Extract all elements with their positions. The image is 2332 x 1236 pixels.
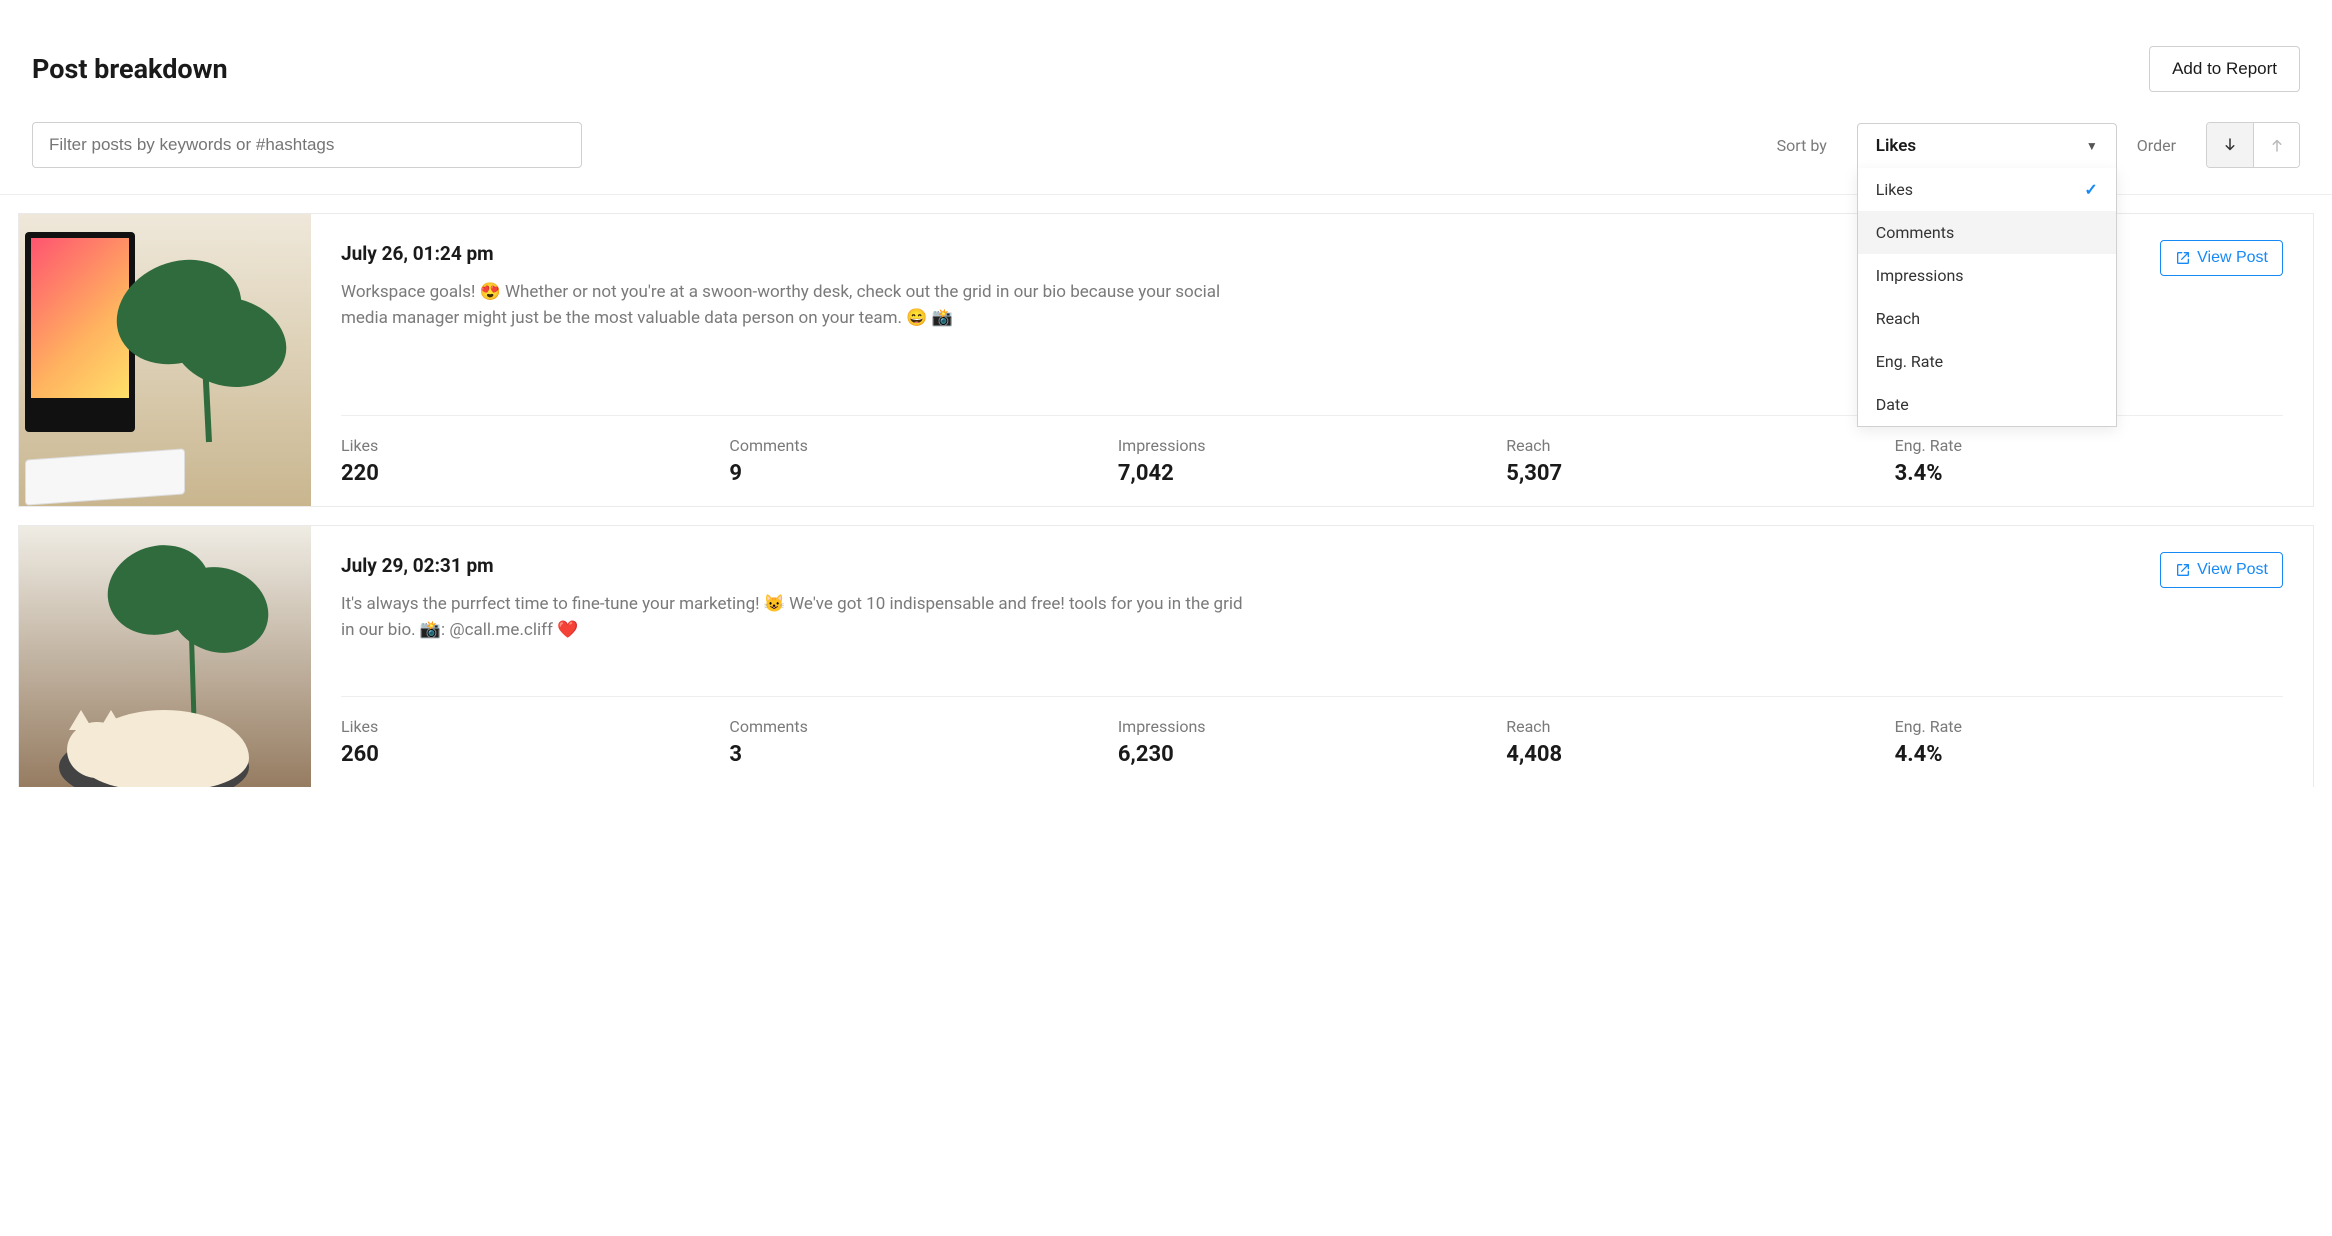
sort-option-label: Comments	[1876, 223, 1954, 242]
metric-likes: Likes 220	[341, 436, 729, 486]
page-title: Post breakdown	[32, 53, 228, 85]
metric-likes: Likes 260	[341, 717, 729, 767]
post-thumbnail[interactable]	[19, 526, 311, 787]
view-post-label: View Post	[2197, 561, 2268, 579]
sort-option-comments[interactable]: Comments	[1858, 211, 2116, 254]
metric-value: 4.4%	[1895, 742, 2283, 767]
arrow-up-icon	[2268, 136, 2286, 154]
post-caption: Workspace goals! 😍 Whether or not you're…	[341, 279, 1251, 332]
post-thumbnail[interactable]	[19, 214, 311, 506]
sort-selected-value: Likes	[1876, 136, 1916, 156]
metric-impressions: Impressions 6,230	[1118, 717, 1506, 767]
caret-down-icon: ▼	[2086, 139, 2098, 153]
add-to-report-button[interactable]: Add to Report	[2149, 46, 2300, 92]
post-caption: It's always the purrfect time to fine-tu…	[341, 591, 1251, 644]
metric-label: Eng. Rate	[1895, 717, 2283, 736]
metric-value: 5,307	[1506, 461, 1894, 486]
order-desc-button[interactable]	[2207, 123, 2253, 167]
sort-dropdown: Likes ✓ Comments Impressions Reach Eng. …	[1857, 168, 2117, 427]
metric-impressions: Impressions 7,042	[1118, 436, 1506, 486]
arrow-down-icon	[2221, 136, 2239, 154]
metric-label: Comments	[729, 436, 1117, 455]
sort-select[interactable]: Likes ▼	[1857, 123, 2117, 168]
sort-option-eng-rate[interactable]: Eng. Rate	[1858, 340, 2116, 383]
sort-option-label: Reach	[1876, 309, 1920, 328]
metric-value: 3.4%	[1895, 461, 2283, 486]
sort-option-label: Eng. Rate	[1876, 352, 1943, 371]
post-date: July 29, 02:31 pm	[341, 554, 2283, 577]
metric-label: Likes	[341, 436, 729, 455]
sort-option-label: Likes	[1876, 180, 1913, 199]
metric-label: Impressions	[1118, 436, 1506, 455]
filter-input[interactable]	[32, 122, 582, 168]
metric-comments: Comments 3	[729, 717, 1117, 767]
view-post-button[interactable]: View Post	[2160, 552, 2283, 588]
view-post-label: View Post	[2197, 249, 2268, 267]
metric-label: Comments	[729, 717, 1117, 736]
metric-value: 220	[341, 461, 729, 486]
metric-reach: Reach 4,408	[1506, 717, 1894, 767]
metric-label: Reach	[1506, 436, 1894, 455]
metric-value: 7,042	[1118, 461, 1506, 486]
metric-label: Eng. Rate	[1895, 436, 2283, 455]
order-asc-button[interactable]	[2253, 123, 2299, 167]
sort-option-date[interactable]: Date	[1858, 383, 2116, 426]
external-link-icon	[2175, 250, 2191, 266]
external-link-icon	[2175, 562, 2191, 578]
check-icon: ✓	[2084, 180, 2097, 199]
post-card: July 29, 02:31 pm It's always the purrfe…	[18, 525, 2314, 787]
metric-eng-rate: Eng. Rate 4.4%	[1895, 717, 2283, 767]
sort-option-likes[interactable]: Likes ✓	[1858, 168, 2116, 211]
sort-option-label: Impressions	[1876, 266, 1964, 285]
metric-label: Reach	[1506, 717, 1894, 736]
metric-value: 4,408	[1506, 742, 1894, 767]
metric-comments: Comments 9	[729, 436, 1117, 486]
view-post-button[interactable]: View Post	[2160, 240, 2283, 276]
order-label: Order	[2137, 136, 2176, 155]
sort-option-impressions[interactable]: Impressions	[1858, 254, 2116, 297]
metric-label: Impressions	[1118, 717, 1506, 736]
metric-value: 6,230	[1118, 742, 1506, 767]
metric-reach: Reach 5,307	[1506, 436, 1894, 486]
metric-value: 9	[729, 461, 1117, 486]
sort-option-reach[interactable]: Reach	[1858, 297, 2116, 340]
metric-label: Likes	[341, 717, 729, 736]
order-toggle	[2206, 122, 2300, 168]
metric-value: 260	[341, 742, 729, 767]
metric-value: 3	[729, 742, 1117, 767]
sort-by-label: Sort by	[1777, 136, 1827, 155]
post-metrics: Likes 260 Comments 3 Impressions 6,230 R…	[341, 696, 2283, 767]
metric-eng-rate: Eng. Rate 3.4%	[1895, 436, 2283, 486]
sort-option-label: Date	[1876, 395, 1909, 414]
